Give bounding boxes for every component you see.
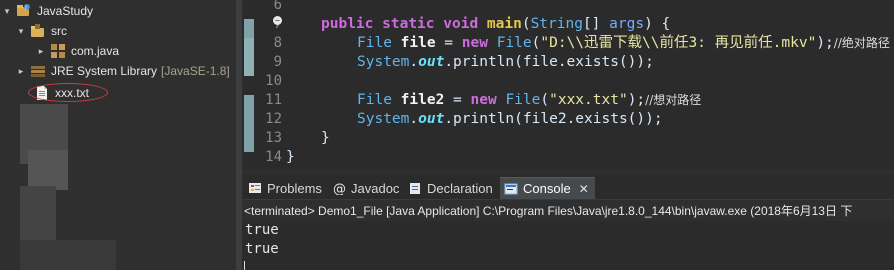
tree-item-label: src: [51, 24, 67, 38]
tab-label: Console: [523, 181, 571, 196]
line-number: 12: [265, 111, 282, 127]
library-icon: [30, 63, 46, 79]
expand-arrow-icon[interactable]: ▾: [16, 26, 26, 37]
bottom-views-panel: Problems @ Javadoc Declaration Console ✕…: [242, 170, 894, 270]
line-number-gutter: 6 7 8 9 10 11 12 13 14: [254, 0, 284, 170]
expand-arrow-icon[interactable]: ▸: [16, 66, 26, 77]
tab-label: Declaration: [427, 180, 493, 196]
code-line-8: File file = new File("D:\\迅雷下载\\前任3: 再见前…: [357, 35, 890, 51]
line-number: 11: [265, 92, 282, 108]
highlight-ellipse: [28, 83, 108, 102]
package-explorer: ▾ J JavaStudy ▾ src ▸ com.java ▸ JRE Sys…: [0, 0, 236, 270]
redacted-area: [20, 240, 116, 270]
tab-problems[interactable]: Problems: [244, 177, 322, 199]
line-number: 13: [265, 130, 282, 146]
tree-item-label: JRE System Library: [51, 64, 158, 78]
package-icon: [50, 43, 66, 59]
java-project-icon: J: [16, 3, 32, 19]
code-area[interactable]: public static void main(String[] args) {…: [286, 0, 894, 170]
change-marker: [244, 19, 254, 38]
problems-icon: [248, 181, 262, 195]
tree-item-jre[interactable]: ▸ JRE System Library [JavaSE-1.8]: [16, 61, 230, 81]
tab-javadoc[interactable]: @ Javadoc: [328, 177, 399, 199]
code-line-11: File file2 = new File("xxx.txt");//想对路径: [357, 92, 702, 108]
line-number: 8: [273, 35, 282, 51]
tab-label: Javadoc: [351, 180, 400, 196]
overview-ruler: [242, 0, 254, 170]
close-icon[interactable]: ✕: [579, 182, 589, 196]
javadoc-icon: @: [332, 181, 346, 197]
code-line-14: }: [286, 149, 295, 165]
fold-toggle-icon[interactable]: −: [273, 16, 282, 25]
svg-text:J: J: [24, 5, 26, 11]
line-number: 9: [273, 54, 282, 70]
change-marker: [244, 95, 254, 152]
console-output[interactable]: true true: [242, 221, 894, 270]
redacted-area: [20, 186, 56, 246]
tree-item-project[interactable]: ▾ J JavaStudy: [2, 1, 93, 21]
tree-item-label: JavaStudy: [37, 4, 94, 18]
console-line: true: [245, 222, 279, 238]
code-line-7: public static void main(String[] args) {: [321, 16, 671, 32]
code-line-12: System.out.println(file2.exists());: [357, 111, 663, 127]
tree-item-label: com.java: [71, 44, 120, 58]
tab-declaration[interactable]: Declaration: [404, 177, 493, 199]
expand-arrow-icon[interactable]: ▾: [2, 6, 12, 17]
line-number: 14: [265, 149, 282, 165]
tab-console[interactable]: Console ✕: [500, 177, 595, 199]
line-number: 6: [273, 0, 282, 13]
source-folder-icon: [30, 23, 46, 39]
expand-arrow-icon[interactable]: ▸: [36, 46, 46, 57]
view-tab-bar: Problems @ Javadoc Declaration Console ✕: [242, 174, 894, 200]
tree-item-package[interactable]: ▸ com.java: [36, 41, 119, 61]
tree-item-src[interactable]: ▾ src: [16, 21, 67, 41]
code-line-9: System.out.println(file.exists());: [357, 54, 654, 70]
tree-item-detail: [JavaSE-1.8]: [161, 64, 230, 78]
code-line-13: }: [321, 130, 330, 146]
declaration-icon: [408, 181, 422, 195]
change-marker: [244, 38, 254, 76]
console-line: true: [245, 241, 279, 257]
code-editor[interactable]: 6 7 8 9 10 11 12 13 14 − public static v…: [242, 0, 894, 170]
console-icon: [504, 182, 518, 196]
tab-label: Problems: [267, 180, 322, 196]
svg-text:@: @: [333, 182, 346, 195]
redacted-area: [28, 150, 68, 190]
line-number: 10: [265, 73, 282, 89]
text-caret: [244, 261, 245, 270]
console-status: <terminated> Demo1_File [Java Applicatio…: [244, 204, 853, 218]
